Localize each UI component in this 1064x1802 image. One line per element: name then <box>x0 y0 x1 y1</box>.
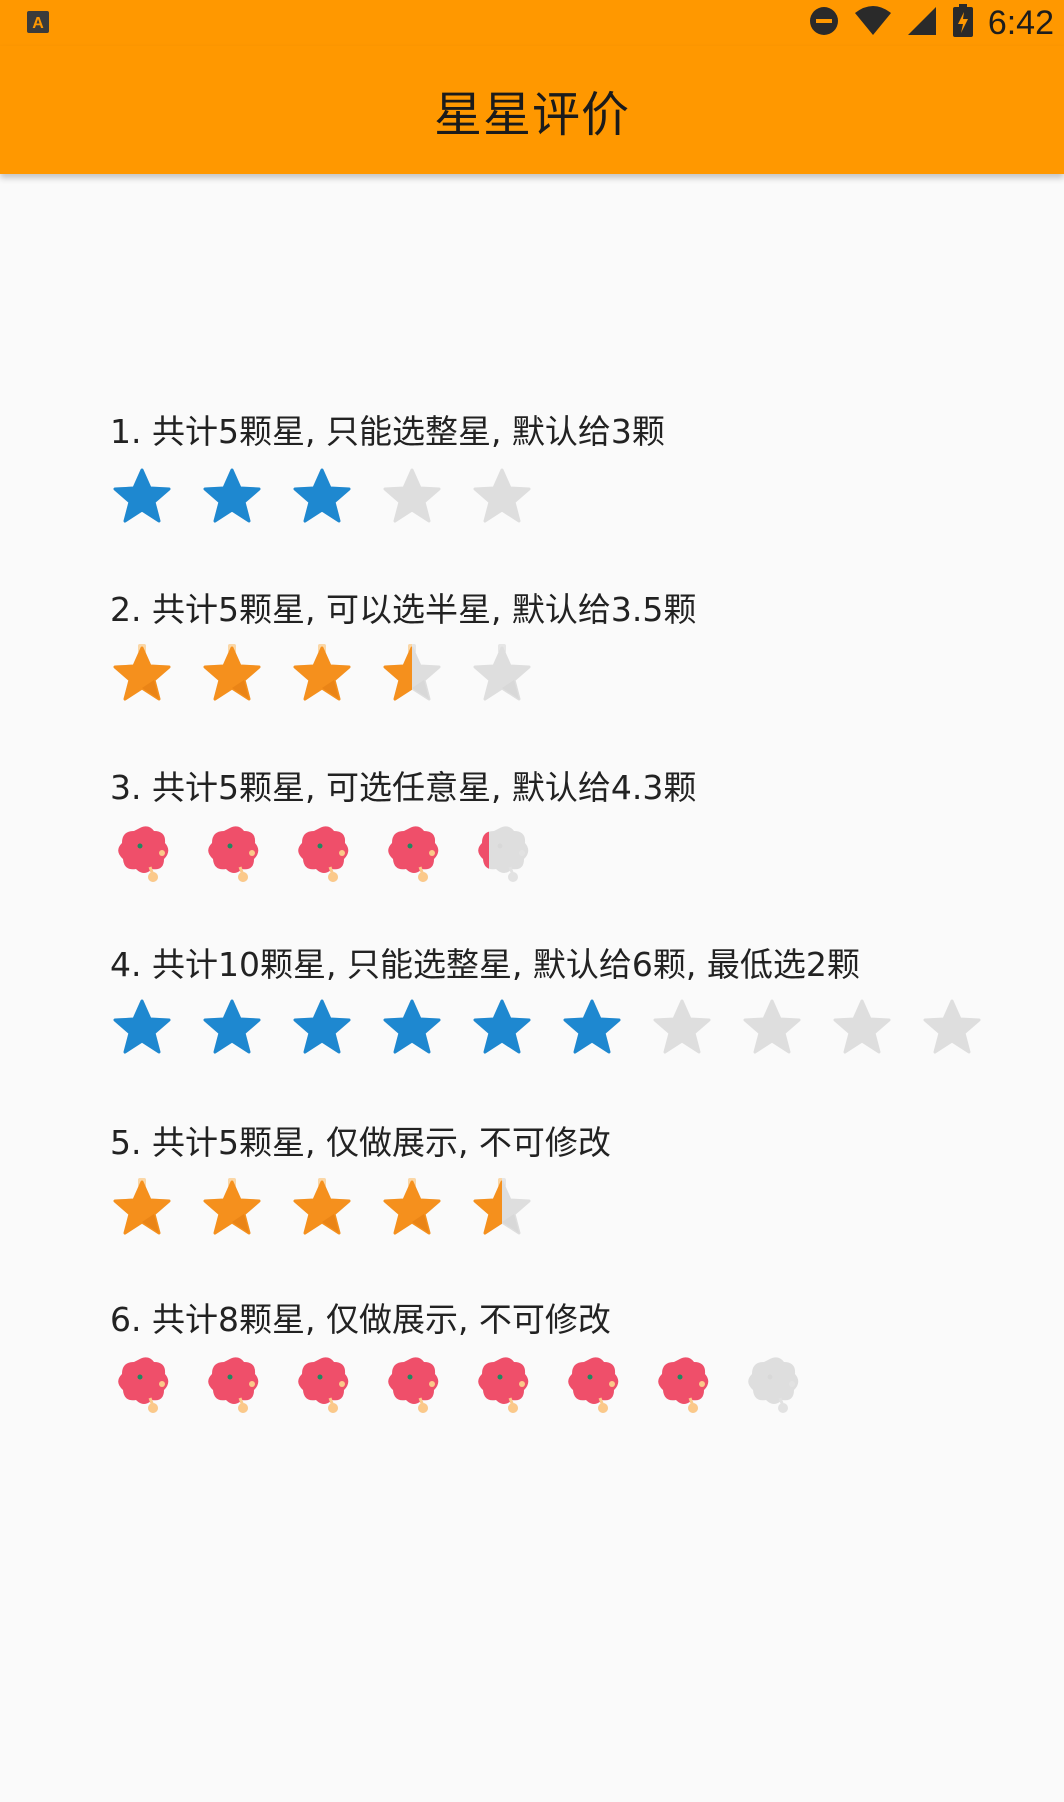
flower-icon <box>470 1350 534 1414</box>
star-icon <box>470 1177 534 1241</box>
star-icon[interactable] <box>290 996 354 1060</box>
rating-bar-3[interactable] <box>110 819 560 883</box>
flower-icon <box>290 1350 354 1414</box>
star-icon[interactable] <box>110 643 174 707</box>
flower-icon <box>380 1350 444 1414</box>
keyboard-a-icon: A <box>26 10 50 34</box>
flower-icon[interactable] <box>110 819 174 883</box>
rating-bar-2[interactable] <box>110 643 560 707</box>
star-icon <box>110 1177 174 1241</box>
do-not-disturb-icon <box>808 5 840 41</box>
svg-text:A: A <box>32 15 44 32</box>
wifi-icon <box>854 5 892 41</box>
star-icon[interactable] <box>110 465 174 529</box>
star-icon[interactable] <box>380 996 444 1060</box>
star-icon[interactable] <box>200 465 264 529</box>
section-3-label: 3. 共计5颗星, 可选任意星, 默认给4.3颗 <box>110 768 697 807</box>
flower-icon <box>650 1350 714 1414</box>
flower-icon <box>740 1350 804 1414</box>
section-1-label: 1. 共计5颗星, 只能选整星, 默认给3颗 <box>110 412 665 451</box>
star-icon[interactable] <box>470 643 534 707</box>
status-bar: A 6:42 <box>0 0 1064 46</box>
flower-icon[interactable] <box>380 819 444 883</box>
star-icon[interactable] <box>740 996 804 1060</box>
rating-bar-1[interactable] <box>110 465 560 529</box>
star-icon <box>200 1177 264 1241</box>
section-6-label: 6. 共计8颗星, 仅做展示, 不可修改 <box>110 1300 611 1339</box>
star-icon[interactable] <box>560 996 624 1060</box>
section-2-label: 2. 共计5颗星, 可以选半星, 默认给3.5颗 <box>110 590 697 629</box>
star-icon[interactable] <box>200 643 264 707</box>
star-icon[interactable] <box>470 996 534 1060</box>
star-icon[interactable] <box>110 996 174 1060</box>
flower-icon[interactable] <box>290 819 354 883</box>
star-icon[interactable] <box>380 465 444 529</box>
star-icon[interactable] <box>200 996 264 1060</box>
star-icon[interactable] <box>290 643 354 707</box>
rating-bar-6 <box>110 1350 830 1414</box>
star-icon[interactable] <box>830 996 894 1060</box>
flower-icon <box>200 1350 264 1414</box>
app-bar: 星星评价 <box>0 46 1064 174</box>
flower-icon[interactable] <box>470 819 534 883</box>
page-title: 星星评价 <box>433 87 630 143</box>
cellular-signal-icon <box>906 5 938 41</box>
star-icon <box>380 1177 444 1241</box>
star-icon[interactable] <box>650 996 714 1060</box>
section-5-label: 5. 共计5颗星, 仅做展示, 不可修改 <box>110 1123 611 1162</box>
flower-icon[interactable] <box>200 819 264 883</box>
star-icon[interactable] <box>470 465 534 529</box>
rating-bar-5 <box>110 1177 560 1241</box>
star-icon[interactable] <box>380 643 444 707</box>
star-icon[interactable] <box>290 465 354 529</box>
battery-charging-icon <box>952 4 974 42</box>
section-4-label: 4. 共计10颗星, 只能选整星, 默认给6颗, 最低选2颗 <box>110 945 860 984</box>
flower-icon <box>110 1350 174 1414</box>
status-time: 6:42 <box>987 3 1054 42</box>
rating-bar-4[interactable] <box>110 996 1010 1060</box>
star-icon <box>290 1177 354 1241</box>
star-icon[interactable] <box>920 996 984 1060</box>
flower-icon <box>560 1350 624 1414</box>
